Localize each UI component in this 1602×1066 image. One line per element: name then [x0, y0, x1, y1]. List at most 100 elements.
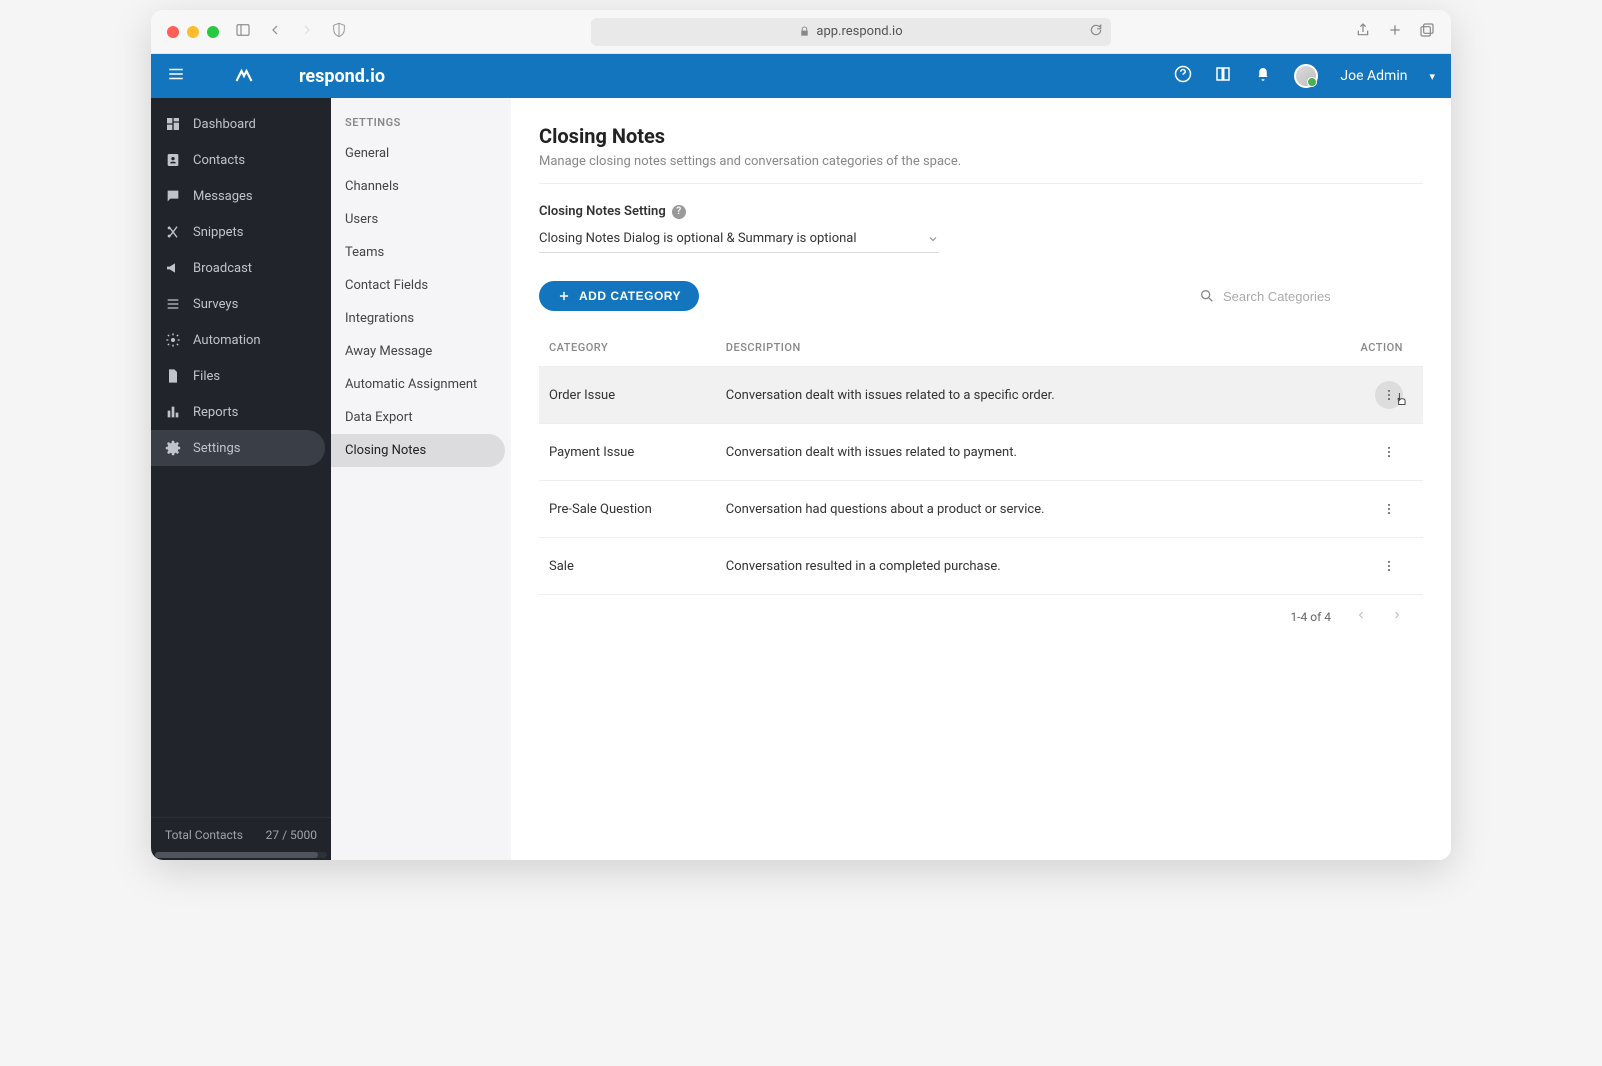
nav-label: Messages [193, 189, 253, 204]
window-controls [167, 26, 219, 38]
settings-teams[interactable]: Teams [331, 236, 511, 269]
nav-messages[interactable]: Messages [151, 178, 331, 214]
cell-category: Order Issue [539, 367, 716, 424]
bell-icon[interactable] [1254, 65, 1272, 87]
settings-nav: SETTINGS General Channels Users Teams Co… [331, 98, 511, 860]
chevron-down-icon [927, 233, 939, 245]
page-next[interactable] [1391, 609, 1403, 624]
footer-count: 27 / 5000 [266, 828, 317, 842]
nav-dashboard[interactable]: Dashboard [151, 106, 331, 142]
address-bar[interactable]: app.respond.io [591, 18, 1111, 46]
brand-text: respond.io [299, 66, 385, 87]
nav-label: Automation [193, 333, 261, 348]
col-description: DESCRIPTION [716, 329, 1317, 367]
cell-category: Sale [539, 538, 716, 595]
cursor-icon [1393, 391, 1410, 408]
user-name[interactable]: Joe Admin [1340, 68, 1407, 84]
settings-automatic-assignment[interactable]: Automatic Assignment [331, 368, 511, 401]
nav-surveys[interactable]: Surveys [151, 286, 331, 322]
search-categories[interactable] [1199, 288, 1423, 304]
row-actions-button[interactable] [1375, 495, 1403, 523]
nav-broadcast[interactable]: Broadcast [151, 250, 331, 286]
plus-icon [557, 289, 571, 303]
new-tab-icon[interactable] [1387, 22, 1403, 42]
cell-category: Payment Issue [539, 424, 716, 481]
forward-button[interactable] [299, 22, 315, 42]
help-icon[interactable] [1174, 65, 1192, 87]
select-value: Closing Notes Dialog is optional & Summa… [539, 231, 857, 246]
row-actions-button[interactable] [1375, 552, 1403, 580]
cell-description: Conversation had questions about a produ… [716, 481, 1317, 538]
url-text: app.respond.io [816, 24, 902, 39]
nav-label: Broadcast [193, 261, 252, 276]
back-button[interactable] [267, 22, 283, 42]
table-row[interactable]: Payment Issue Conversation dealt with is… [539, 424, 1423, 481]
settings-users[interactable]: Users [331, 203, 511, 236]
tabs-icon[interactable] [1419, 22, 1435, 42]
settings-closing-notes[interactable]: Closing Notes [331, 434, 505, 467]
table-row[interactable]: Order Issue Conversation dealt with issu… [539, 367, 1423, 424]
settings-integrations[interactable]: Integrations [331, 302, 511, 335]
logo-icon [199, 66, 289, 86]
cell-description: Conversation dealt with issues related t… [716, 424, 1317, 481]
book-icon[interactable] [1214, 65, 1232, 87]
nav-label: Reports [193, 405, 238, 420]
nav-settings[interactable]: Settings [151, 430, 325, 466]
settings-data-export[interactable]: Data Export [331, 401, 511, 434]
col-action: ACTION [1317, 329, 1423, 367]
settings-channels[interactable]: Channels [331, 170, 511, 203]
nav-automation[interactable]: Automation [151, 322, 331, 358]
nav-label: Surveys [193, 297, 238, 312]
nav-snippets[interactable]: Snippets [151, 214, 331, 250]
scrollbar[interactable] [155, 852, 327, 858]
menu-icon[interactable] [167, 65, 185, 87]
avatar[interactable] [1294, 64, 1318, 88]
sidebar-toggle-icon[interactable] [235, 22, 251, 42]
shield-icon[interactable] [331, 22, 347, 42]
nav-contacts[interactable]: Contacts [151, 142, 331, 178]
nav-label: Contacts [193, 153, 245, 168]
close-window[interactable] [167, 26, 179, 38]
pagination: 1-4 of 4 [539, 594, 1423, 624]
brand-logo[interactable]: respond.io [199, 66, 385, 87]
page-prev[interactable] [1355, 609, 1367, 624]
lock-icon [799, 26, 810, 37]
nav-label: Settings [193, 441, 240, 456]
browser-chrome: app.respond.io [151, 10, 1451, 54]
minimize-window[interactable] [187, 26, 199, 38]
nav-reports[interactable]: Reports [151, 394, 331, 430]
help-icon[interactable]: ? [672, 205, 686, 219]
footer-label: Total Contacts [165, 828, 243, 842]
nav-files[interactable]: Files [151, 358, 331, 394]
nav-label: Snippets [193, 225, 244, 240]
page-subtitle: Manage closing notes settings and conver… [539, 154, 1423, 169]
closing-notes-setting-select[interactable]: Closing Notes Dialog is optional & Summa… [539, 225, 939, 253]
table-row[interactable]: Sale Conversation resulted in a complete… [539, 538, 1423, 595]
chevron-down-icon[interactable]: ▾ [1429, 70, 1435, 83]
settings-general[interactable]: General [331, 137, 511, 170]
cell-description: Conversation resulted in a completed pur… [716, 538, 1317, 595]
page-title: Closing Notes [539, 124, 1423, 148]
share-icon[interactable] [1355, 22, 1371, 42]
pagination-text: 1-4 of 4 [1290, 610, 1331, 624]
settings-contact-fields[interactable]: Contact Fields [331, 269, 511, 302]
table-row[interactable]: Pre-Sale Question Conversation had quest… [539, 481, 1423, 538]
nav-footer: Total Contacts 27 / 5000 [151, 817, 331, 852]
row-actions-button[interactable] [1375, 438, 1403, 466]
settings-away-message[interactable]: Away Message [331, 335, 511, 368]
settings-nav-title: SETTINGS [331, 116, 511, 137]
add-category-button[interactable]: ADD CATEGORY [539, 281, 699, 311]
refresh-icon[interactable] [1089, 23, 1103, 41]
divider [539, 183, 1423, 184]
maximize-window[interactable] [207, 26, 219, 38]
search-icon [1199, 288, 1215, 304]
col-category: CATEGORY [539, 329, 716, 367]
search-input[interactable] [1223, 289, 1423, 304]
cell-description: Conversation dealt with issues related t… [716, 367, 1317, 424]
nav-label: Dashboard [193, 117, 256, 132]
cell-category: Pre-Sale Question [539, 481, 716, 538]
primary-nav: Dashboard Contacts Messages Snippets Bro… [151, 98, 331, 860]
setting-label: Closing Notes Setting ? [539, 204, 1423, 219]
nav-label: Files [193, 369, 220, 384]
app-header: respond.io Joe Admin ▾ [151, 54, 1451, 98]
